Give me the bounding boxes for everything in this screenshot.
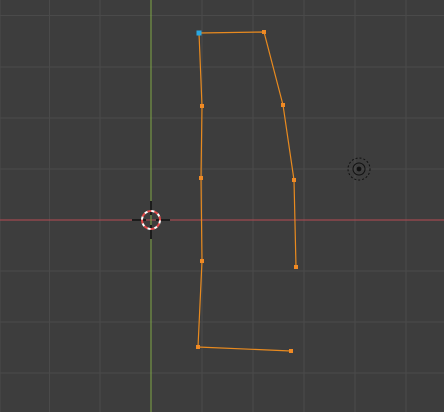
curve-vertices[interactable] xyxy=(196,30,298,353)
viewport-canvas[interactable] xyxy=(0,0,444,412)
curve-vertex[interactable] xyxy=(289,349,293,353)
curve-vertex[interactable] xyxy=(294,265,298,269)
curve-vertex[interactable] xyxy=(292,178,296,182)
curve-vertex[interactable] xyxy=(199,176,203,180)
curve-vertex[interactable] xyxy=(200,259,204,263)
active-vertex[interactable] xyxy=(196,30,202,36)
curve-vertex[interactable] xyxy=(281,103,285,107)
curve-vertex[interactable] xyxy=(200,104,204,108)
curve-vertex[interactable] xyxy=(262,30,266,34)
light-center-dot xyxy=(356,166,362,172)
grid-floor xyxy=(0,0,444,412)
curve-vertex[interactable] xyxy=(196,345,200,349)
3d-viewport[interactable] xyxy=(0,0,444,412)
